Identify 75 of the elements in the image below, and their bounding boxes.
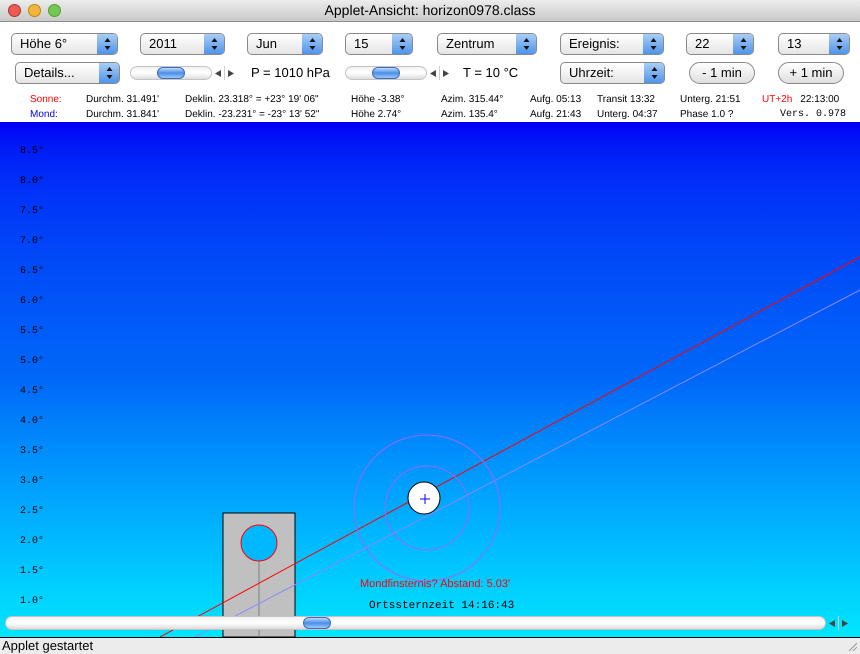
altitude-label: 4.5° [20, 387, 44, 397]
popup-menu[interactable]: 15 [345, 33, 413, 55]
scroll-right-icon[interactable] [224, 66, 236, 80]
stepper-arrows-icon [302, 34, 322, 54]
altitude-label: 6.5° [20, 267, 44, 277]
info-value: Azim. 135.4° [441, 108, 499, 122]
info-value: Unterg. 21:51 [680, 93, 742, 107]
popup-menu[interactable]: 13 [778, 33, 850, 55]
info-value: Phase 1.0 ? [680, 108, 734, 122]
info-value: Höhe 2.74° [351, 108, 402, 122]
info-value: Deklin. 23.318° = +23° 19' 06" [185, 93, 320, 107]
slider[interactable] [345, 65, 451, 81]
altitude-label: 1.0° [20, 597, 44, 607]
slider-thumb[interactable] [372, 67, 400, 79]
body-label: Mond: [30, 108, 59, 122]
popup-menu[interactable]: Details... [15, 62, 120, 84]
moon-drawing [408, 482, 440, 514]
popup-menu[interactable]: Höhe 6° [11, 33, 118, 55]
info-value: Höhe -3.38° [351, 93, 406, 107]
reading-label: T = 10 °C [462, 65, 518, 80]
info-value: Azim. 315.44° [441, 93, 504, 107]
stepper-arrows-icon [643, 34, 663, 54]
altitude-label: 7.0° [20, 237, 44, 247]
altitude-label: 8.0° [20, 177, 44, 187]
window-title: Applet-Ansicht: horizon0978.class [324, 1, 536, 20]
info-value: Aufg. 21:43 [530, 108, 582, 122]
popup-menu[interactable]: 22 [686, 33, 754, 55]
altitude-label: 3.0° [20, 477, 44, 487]
altitude-label: 2.0° [20, 537, 44, 547]
reading-label: P = 1010 hPa [250, 65, 330, 80]
stepper-arrows-icon [97, 34, 117, 54]
timezone-label: UT+2h [762, 93, 792, 107]
time-value: 22:13:00 [800, 93, 840, 107]
altitude-label: 5.5° [20, 327, 44, 337]
step-button[interactable]: - 1 min [689, 62, 755, 84]
eclipse-note: Mondfinsternis? Abstand: 5.03' [360, 577, 510, 592]
body-label: Sonne: [30, 93, 63, 107]
stepper-arrows-icon [644, 63, 664, 83]
stepper-arrows-icon [516, 34, 536, 54]
status-text: Applet gestartet [1, 638, 94, 654]
step-button[interactable]: + 1 min [778, 62, 844, 84]
info-value: Aufg. 05:13 [530, 93, 582, 107]
altitude-label: 5.0° [20, 357, 44, 367]
info-value: Durchm. 31.491' [86, 93, 160, 107]
info-value: Transit 13:32 [597, 93, 656, 107]
info-value: Unterg. 04:37 [597, 108, 659, 122]
popup-menu[interactable]: Ereignis: [560, 33, 664, 55]
stepper-arrows-icon [204, 34, 224, 54]
scroll-right-icon[interactable] [838, 616, 850, 630]
altitude-label: 8.5° [20, 147, 44, 157]
altitude-label: 1.5° [20, 567, 44, 577]
altitude-label: 7.5° [20, 207, 44, 217]
info-value: Deklin. -23.231° = -23° 13' 52" [185, 108, 320, 122]
close-icon[interactable] [8, 4, 21, 17]
popup-menu[interactable]: 2011 [140, 33, 225, 55]
popup-menu[interactable]: Uhrzeit: [560, 62, 665, 84]
sidereal-time: Ortssternzeit 14:16:43 [369, 599, 514, 614]
resize-grip-icon[interactable] [846, 640, 858, 652]
version-label: Vers. 0.978 [779, 108, 848, 122]
altitude-label: 6.0° [20, 297, 44, 307]
slider[interactable] [130, 65, 236, 81]
stepper-arrows-icon [99, 63, 119, 83]
info-value: Durchm. 31.841' [86, 108, 160, 122]
stepper-arrows-icon [733, 34, 753, 54]
popup-menu[interactable]: Zentrum [437, 33, 537, 55]
altitude-label: 3.5° [20, 447, 44, 457]
stepper-arrows-icon [392, 34, 412, 54]
slider-thumb[interactable] [157, 67, 185, 79]
slider-thumb[interactable] [303, 617, 332, 629]
popup-menu[interactable]: Jun [247, 33, 323, 55]
slider[interactable] [5, 615, 850, 631]
scroll-right-icon[interactable] [439, 66, 451, 80]
altitude-label: 2.5° [20, 507, 44, 517]
altitude-label: 4.0° [20, 417, 44, 427]
stepper-arrows-icon [829, 34, 849, 54]
